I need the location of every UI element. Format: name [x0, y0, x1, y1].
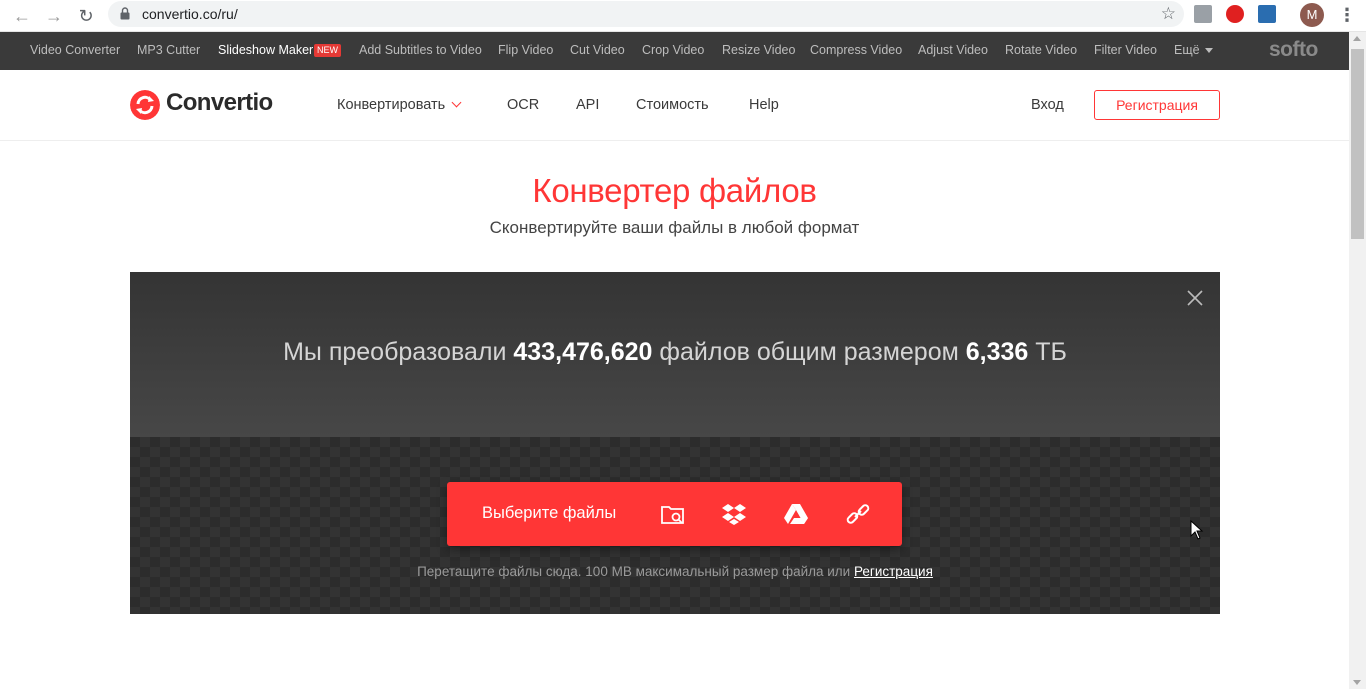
browser-toolbar: ← → ↻ convertio.co/ru/ ☆ M ⋮ [0, 0, 1366, 32]
softo-link-flip-video[interactable]: Flip Video [498, 43, 553, 57]
extension-s-icon[interactable] [1258, 5, 1276, 23]
site-header: Convertio Конвертировать OCR API Стоимос… [0, 70, 1349, 141]
page-subtitle: Сконвертируйте ваши файлы в любой формат [489, 218, 860, 237]
softo-link-adjust-video[interactable]: Adjust Video [918, 43, 988, 57]
softo-logo[interactable]: softo [1269, 38, 1318, 62]
extension-image-icon[interactable] [1194, 5, 1212, 23]
dropzone[interactable]: Выберите файлы Перетащите файлы сюда. 10… [130, 437, 1220, 614]
files-count: 433,476,620 [513, 338, 653, 366]
scroll-up-icon[interactable] [1353, 36, 1361, 41]
softo-link-slideshow-maker[interactable]: Slideshow Maker [218, 43, 313, 57]
stats-unit: ТБ [1028, 338, 1067, 366]
softo-top-bar: Video Converter MP3 Cutter Slideshow Mak… [0, 32, 1349, 70]
total-size: 6,336 [965, 338, 1029, 366]
stats-middle: файлов общим размером [652, 338, 966, 366]
link-icon[interactable] [844, 500, 872, 528]
softo-link-video-converter[interactable]: Video Converter [30, 43, 120, 57]
drop-hint-text: Перетащите файлы сюда. 100 MB максимальн… [417, 564, 854, 579]
chevron-down-icon [451, 97, 462, 108]
forward-icon[interactable]: → [42, 4, 66, 28]
url-text: convertio.co/ru/ [142, 6, 238, 22]
extension-adblock-icon[interactable] [1226, 5, 1244, 23]
profile-avatar[interactable]: M [1300, 3, 1324, 27]
softo-more-menu[interactable]: Ещё [1174, 43, 1213, 57]
page-scrollbar[interactable] [1349, 32, 1366, 689]
softo-link-crop-video[interactable]: Crop Video [642, 43, 704, 57]
softo-link-compress-video[interactable]: Compress Video [810, 43, 902, 57]
bookmark-star-icon[interactable]: ☆ [1161, 4, 1176, 24]
softo-link-resize-video[interactable]: Resize Video [722, 43, 795, 57]
dropbox-icon[interactable] [720, 500, 748, 528]
lock-icon [120, 7, 130, 20]
back-icon[interactable]: ← [10, 4, 34, 28]
google-drive-icon[interactable] [782, 500, 810, 528]
softo-link-rotate-video[interactable]: Rotate Video [1005, 43, 1077, 57]
nav-pricing[interactable]: Стоимость [636, 97, 709, 113]
drop-hint: Перетащите файлы сюда. 100 MB максимальн… [130, 564, 1220, 579]
nav-convert[interactable]: Конвертировать [337, 97, 462, 113]
page-title: Конвертер файлов [532, 172, 817, 209]
logo-text: Convertio [166, 89, 273, 116]
reload-icon[interactable]: ↻ [74, 4, 98, 28]
nav-ocr[interactable]: OCR [507, 97, 539, 113]
caret-down-icon [1204, 48, 1213, 54]
nav-convert-label: Конвертировать [337, 97, 446, 113]
scroll-down-icon[interactable] [1353, 680, 1361, 685]
softo-link-add-subtitles[interactable]: Add Subtitles to Video [359, 43, 482, 57]
softo-more-label: Ещё [1174, 43, 1200, 57]
folder-search-icon[interactable] [659, 500, 687, 528]
browser-menu-icon[interactable]: ⋮ [1338, 4, 1356, 28]
softo-link-cut-video[interactable]: Cut Video [570, 43, 625, 57]
convertio-logo-icon [130, 90, 160, 120]
choose-files-button[interactable]: Выберите файлы [482, 504, 616, 523]
nav-api[interactable]: API [576, 97, 599, 113]
stats-panel: Мы преобразовали 433,476,620 файлов общи… [130, 272, 1220, 437]
new-badge: NEW [314, 44, 341, 57]
softo-link-filter-video[interactable]: Filter Video [1094, 43, 1157, 57]
nav-help[interactable]: Help [749, 97, 779, 113]
address-bar[interactable]: convertio.co/ru/ ☆ [108, 1, 1184, 27]
close-icon[interactable] [1186, 289, 1204, 307]
stats-prefix: Мы преобразовали [283, 338, 514, 366]
mouse-cursor-icon [1190, 520, 1204, 540]
upload-bar: Выберите файлы [447, 482, 902, 546]
register-link[interactable]: Регистрация [854, 564, 933, 579]
scroll-thumb[interactable] [1351, 49, 1364, 239]
login-link[interactable]: Вход [1031, 97, 1064, 113]
register-button[interactable]: Регистрация [1094, 90, 1220, 120]
softo-link-mp3-cutter[interactable]: MP3 Cutter [137, 43, 200, 57]
conversion-stats: Мы преобразовали 433,476,620 файлов общи… [130, 338, 1220, 367]
